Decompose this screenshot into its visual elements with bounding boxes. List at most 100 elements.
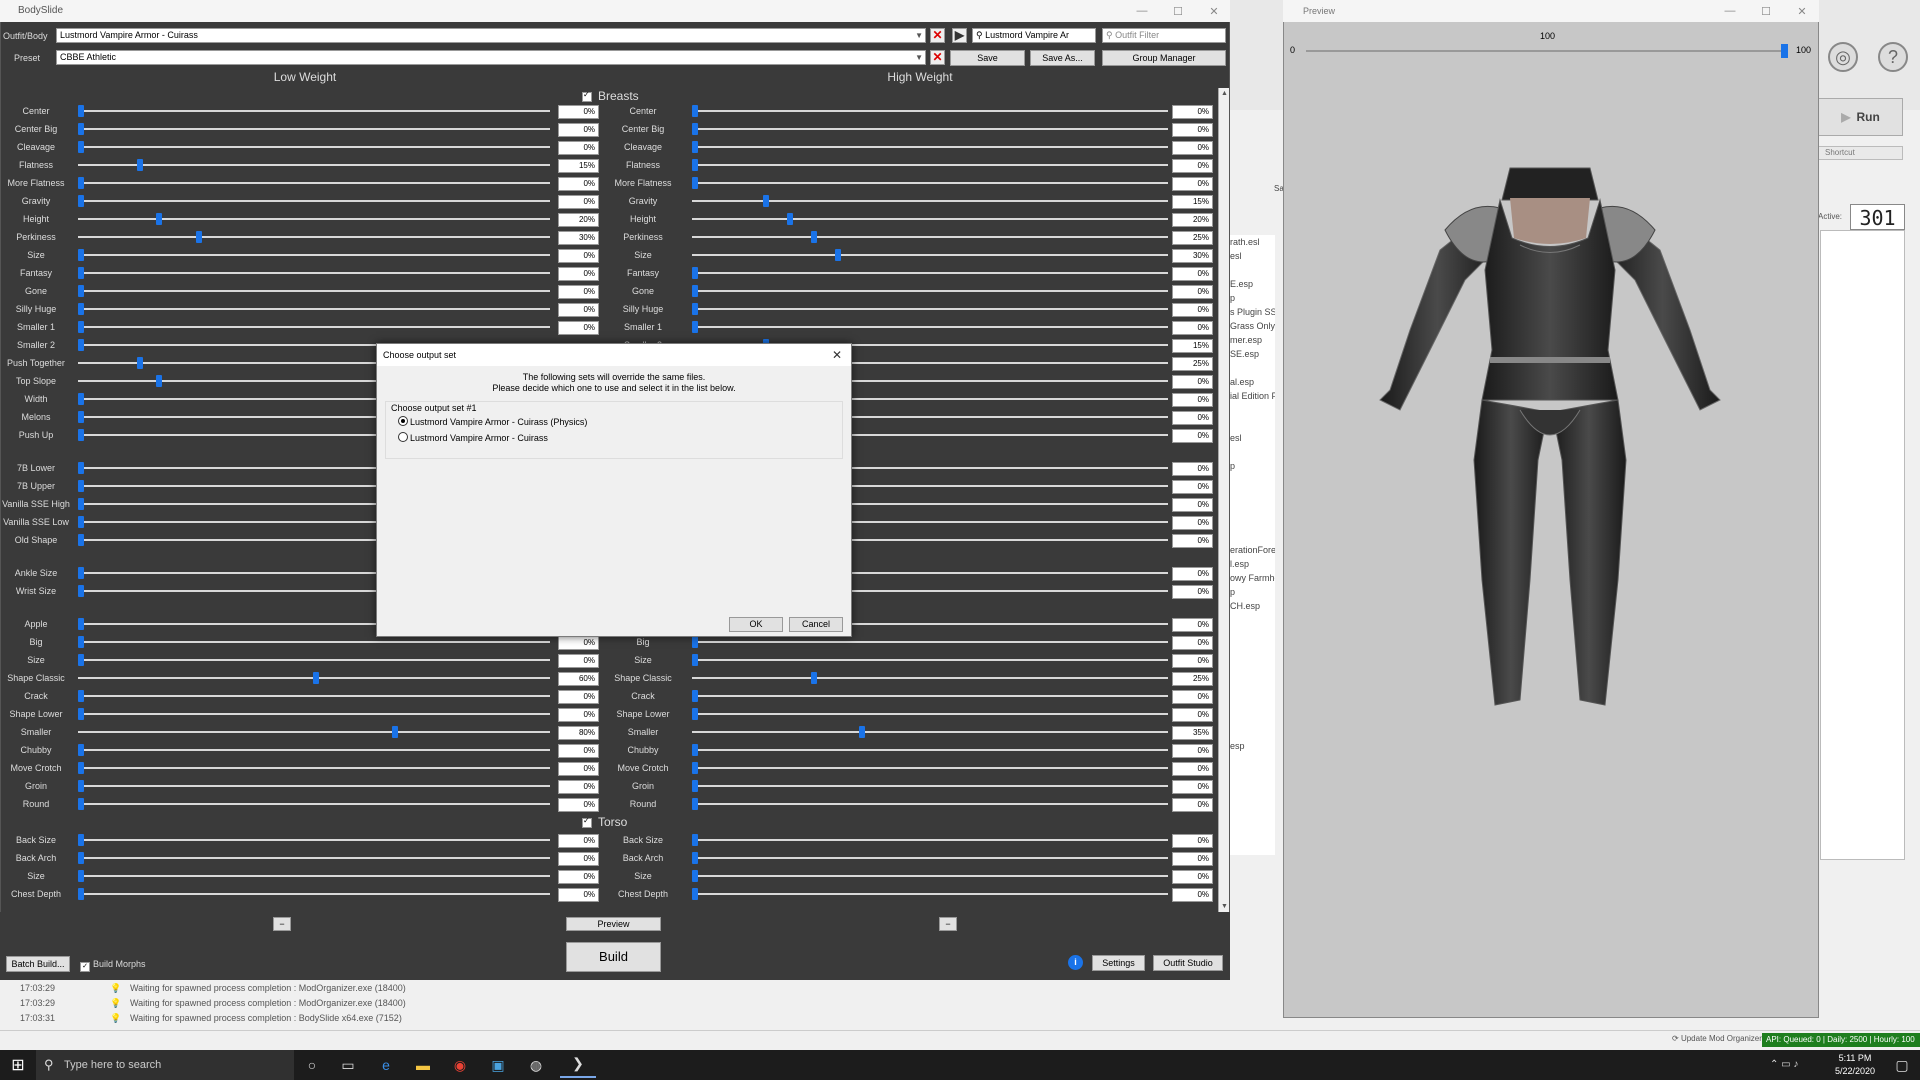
low-weight-value[interactable]: 0% [558, 852, 599, 866]
low-weight-slider-thumb[interactable] [78, 870, 84, 882]
high-weight-slider-thumb[interactable] [787, 213, 794, 225]
ok-button[interactable]: OK [729, 617, 783, 632]
high-weight-value[interactable]: 0% [1172, 159, 1213, 173]
low-weight-value[interactable]: 0% [558, 141, 599, 155]
high-weight-value[interactable]: 0% [1172, 480, 1213, 494]
plugin-list-item[interactable] [1230, 725, 1275, 739]
high-weight-slider[interactable] [692, 326, 1168, 328]
low-weight-value[interactable]: 0% [558, 762, 599, 776]
plugin-list-item[interactable]: erationFores [1230, 543, 1275, 557]
high-weight-value[interactable]: 0% [1172, 744, 1213, 758]
high-weight-slider[interactable] [692, 659, 1168, 661]
high-weight-slider-thumb[interactable] [692, 744, 698, 756]
high-weight-value[interactable]: 20% [1172, 213, 1213, 227]
plugin-list-item[interactable] [1230, 529, 1275, 543]
edge-icon[interactable]: e [368, 1050, 404, 1080]
high-weight-slider[interactable] [692, 785, 1168, 787]
low-weight-value[interactable]: 0% [558, 888, 599, 902]
low-weight-slider-thumb[interactable] [78, 636, 84, 648]
globe-icon[interactable]: ◎ [1828, 42, 1858, 72]
low-weight-value[interactable]: 0% [558, 744, 599, 758]
high-weight-value[interactable]: 0% [1172, 690, 1213, 704]
high-weight-slider-thumb[interactable] [692, 321, 698, 333]
low-weight-slider-thumb[interactable] [156, 375, 163, 387]
low-weight-slider-thumb[interactable] [136, 159, 143, 171]
plugin-list-item[interactable]: p [1230, 459, 1275, 473]
high-weight-slider[interactable] [692, 767, 1168, 769]
plugin-list-item[interactable] [1230, 697, 1275, 711]
high-weight-value[interactable]: 15% [1172, 339, 1213, 353]
low-weight-value[interactable]: 0% [558, 321, 599, 335]
low-weight-value[interactable]: 0% [558, 177, 599, 191]
high-weight-slider[interactable] [692, 749, 1168, 751]
low-weight-slider[interactable] [78, 767, 550, 769]
low-weight-slider[interactable] [78, 272, 550, 274]
high-weight-value[interactable]: 35% [1172, 726, 1213, 740]
high-weight-value[interactable]: 0% [1172, 708, 1213, 722]
low-weight-slider-thumb[interactable] [78, 267, 84, 279]
high-weight-slider[interactable] [692, 254, 1168, 256]
high-weight-slider-thumb[interactable] [692, 654, 698, 666]
low-weight-slider-thumb[interactable] [78, 744, 84, 756]
high-weight-value[interactable]: 0% [1172, 798, 1213, 812]
low-weight-slider[interactable] [78, 182, 550, 184]
high-weight-slider[interactable] [692, 677, 1168, 679]
chrome-icon[interactable]: ◉ [442, 1050, 478, 1080]
plugin-list-item[interactable] [1230, 473, 1275, 487]
high-weight-slider[interactable] [692, 272, 1168, 274]
plugin-list-item[interactable]: esl [1230, 249, 1275, 263]
high-weight-value[interactable]: 0% [1172, 654, 1213, 668]
plugin-list-item[interactable] [1230, 361, 1275, 375]
low-weight-slider-thumb[interactable] [78, 585, 84, 597]
high-weight-slider-thumb[interactable] [858, 726, 865, 738]
low-weight-slider-thumb[interactable] [156, 213, 163, 225]
low-weight-slider-thumb[interactable] [78, 141, 84, 153]
high-weight-value[interactable]: 0% [1172, 618, 1213, 632]
plugin-list-item[interactable]: E.esp [1230, 277, 1275, 291]
low-weight-value[interactable]: 0% [558, 690, 599, 704]
low-weight-slider-thumb[interactable] [78, 618, 84, 630]
low-weight-slider-thumb[interactable] [78, 285, 84, 297]
high-weight-slider[interactable] [692, 839, 1168, 841]
plugin-list-item[interactable] [1230, 641, 1275, 655]
low-weight-slider[interactable] [78, 839, 550, 841]
low-weight-value[interactable]: 0% [558, 834, 599, 848]
high-weight-slider-thumb[interactable] [692, 780, 698, 792]
plugin-list-item[interactable]: l.esp [1230, 557, 1275, 571]
high-weight-slider[interactable] [692, 695, 1168, 697]
plugin-list[interactable]: rath.esleslE.espps Plugin SSE VGrass Onl… [1230, 235, 1275, 855]
low-weight-slider[interactable] [78, 164, 550, 166]
plugin-list-item[interactable] [1230, 263, 1275, 277]
low-weight-value[interactable]: 15% [558, 159, 599, 173]
low-weight-slider-thumb[interactable] [78, 123, 84, 135]
low-weight-value[interactable]: 0% [558, 123, 599, 137]
plugin-list-item[interactable] [1230, 515, 1275, 529]
plugin-list-item[interactable] [1230, 613, 1275, 627]
high-weight-slider-thumb[interactable] [811, 231, 817, 243]
high-weight-slider-thumb[interactable] [834, 249, 841, 261]
high-weight-value[interactable]: 0% [1172, 375, 1213, 389]
low-weight-slider-thumb[interactable] [78, 249, 84, 261]
high-weight-slider-thumb[interactable] [692, 762, 698, 774]
high-weight-slider-thumb[interactable] [692, 303, 698, 315]
low-weight-slider[interactable] [78, 236, 550, 238]
low-weight-slider[interactable] [78, 695, 550, 697]
high-weight-slider-thumb[interactable] [692, 852, 698, 864]
outfit-studio-button[interactable]: Outfit Studio [1153, 955, 1223, 971]
high-weight-value[interactable]: 0% [1172, 852, 1213, 866]
low-weight-slider-thumb[interactable] [78, 534, 84, 546]
low-weight-slider[interactable] [78, 146, 550, 148]
minimize-icon[interactable]: — [1712, 0, 1748, 22]
plugin-list-item[interactable]: esl [1230, 431, 1275, 445]
high-weight-slider-thumb[interactable] [692, 285, 698, 297]
plugin-list-item[interactable] [1230, 683, 1275, 697]
low-weight-slider-thumb[interactable] [78, 429, 84, 441]
low-weight-slider[interactable] [78, 200, 550, 202]
high-weight-slider-thumb[interactable] [692, 888, 698, 900]
steam-icon[interactable]: ◍ [518, 1050, 554, 1080]
preview-weight-slider[interactable] [1306, 50, 1786, 52]
plugin-list-item[interactable]: owy Farmho [1230, 571, 1275, 585]
taskbar-clock[interactable]: 5:11 PM 5/22/2020 [1820, 1052, 1890, 1078]
high-weight-slider-thumb[interactable] [692, 105, 698, 117]
high-weight-value[interactable]: 0% [1172, 498, 1213, 512]
